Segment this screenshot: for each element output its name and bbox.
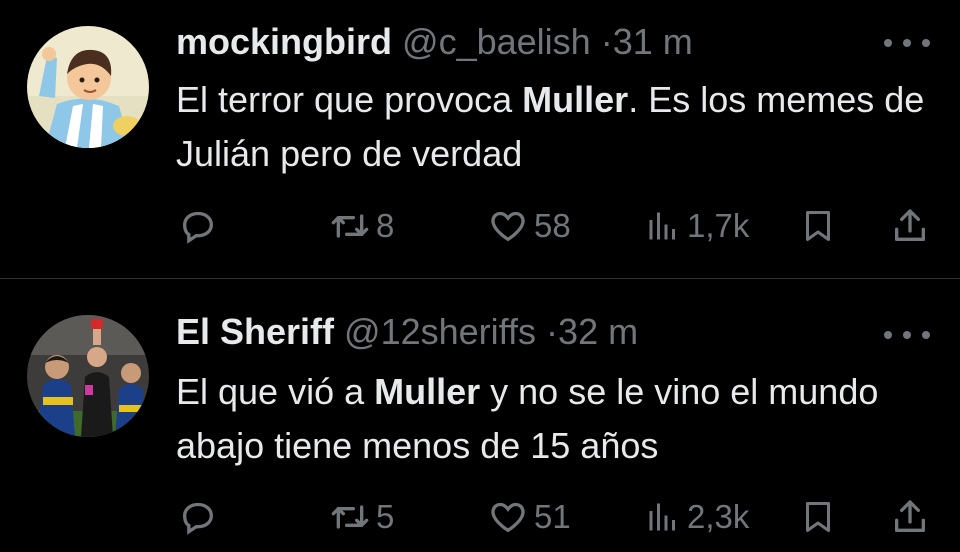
- retweet-count: 5: [376, 498, 395, 535]
- bookmark-icon: [806, 502, 830, 532]
- avatar[interactable]: [27, 315, 149, 437]
- reply-icon: [182, 502, 214, 535]
- user-handle[interactable]: @12sheriffs: [344, 311, 536, 352]
- timestamp[interactable]: 31 m: [613, 21, 693, 62]
- tweet-header: El Sheriff @12sheriffs ·32 m: [176, 312, 638, 352]
- view-count: 1,7k: [687, 207, 750, 244]
- tweet-text: El terror que provoca Muller. Es los mem…: [176, 73, 936, 181]
- retweet-icon: [331, 214, 369, 238]
- retweet-button[interactable]: 5: [330, 497, 394, 537]
- share-button[interactable]: [890, 497, 930, 537]
- display-name[interactable]: El Sheriff: [176, 311, 334, 352]
- reply-icon: [182, 211, 214, 244]
- share-button[interactable]: [890, 206, 930, 246]
- bookmark-button[interactable]: [800, 497, 836, 537]
- tweet-text: El que vió a Muller y no se le vino el m…: [176, 365, 936, 473]
- timestamp[interactable]: 32 m: [558, 311, 638, 352]
- tweet-text-part: El terror que provoca: [176, 79, 523, 120]
- tweet-text-bold: Muller: [522, 79, 629, 120]
- tweet[interactable]: mockingbird @c_baelish ·31 m El terror q…: [0, 0, 960, 278]
- reply-button[interactable]: [178, 206, 218, 246]
- heart-icon: [491, 502, 525, 533]
- user-handle[interactable]: @c_baelish: [402, 21, 591, 62]
- action-bar: 5 51 2,3k: [0, 497, 960, 537]
- views-icon: [649, 212, 675, 240]
- tweet-text-bold: Muller: [374, 371, 481, 412]
- tweet-text-part: El que vió a: [176, 371, 375, 412]
- tweet[interactable]: El Sheriff @12sheriffs ·32 m El que vió …: [0, 279, 960, 552]
- bookmark-button[interactable]: [800, 206, 836, 246]
- like-button[interactable]: 51: [488, 497, 571, 537]
- views-button[interactable]: 1,7k: [645, 206, 749, 246]
- tweet-header: mockingbird @c_baelish ·31 m: [176, 22, 693, 62]
- heart-icon: [491, 211, 525, 242]
- bookmark-icon: [806, 211, 830, 241]
- views-button[interactable]: 2,3k: [645, 497, 749, 537]
- action-bar: 8 58 1,7k: [0, 206, 960, 246]
- display-name[interactable]: mockingbird: [176, 21, 392, 62]
- separator-dot: ·: [600, 21, 613, 62]
- separator-dot: ·: [546, 311, 559, 352]
- like-count: 51: [534, 498, 571, 535]
- view-count: 2,3k: [687, 498, 750, 535]
- like-count: 58: [534, 207, 571, 244]
- retweet-button[interactable]: 8: [330, 206, 394, 246]
- like-button[interactable]: 58: [488, 206, 571, 246]
- retweet-icon: [331, 505, 369, 529]
- reply-button[interactable]: [178, 497, 218, 537]
- share-icon: [895, 500, 925, 532]
- share-icon: [895, 209, 925, 241]
- avatar[interactable]: [27, 26, 149, 148]
- views-icon: [649, 503, 675, 531]
- retweet-count: 8: [376, 207, 395, 244]
- more-icon[interactable]: [884, 36, 930, 50]
- more-icon[interactable]: [884, 328, 930, 342]
